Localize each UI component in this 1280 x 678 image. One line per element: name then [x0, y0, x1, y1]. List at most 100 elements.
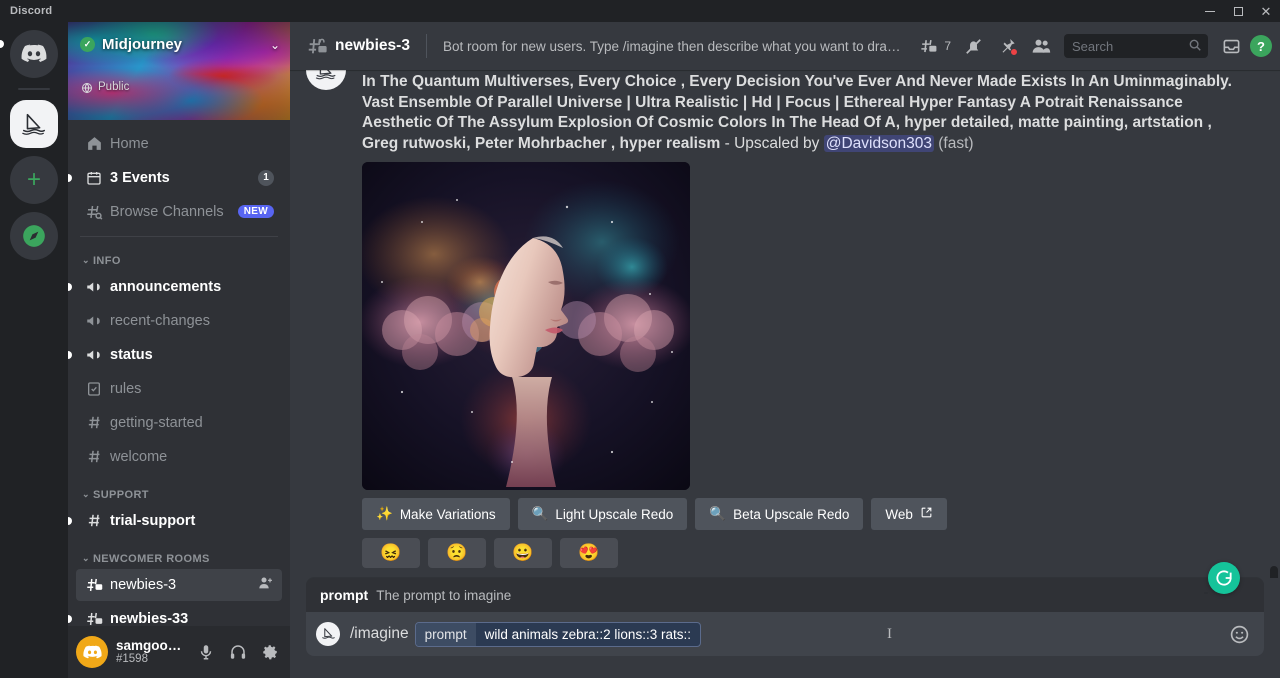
category-support[interactable]: ⌄ SUPPORT [68, 475, 290, 505]
pin-unread-dot [1010, 48, 1018, 56]
param-value: wild animals zebra::2 lions::3 rats:: [476, 623, 700, 646]
sidebar-item-label: status [110, 347, 274, 363]
sidebar-item-status[interactable]: status [76, 339, 282, 371]
server-banner-header[interactable]: ✓ Midjourney ⌄ Public [68, 22, 290, 120]
window-controls: ✕ [1196, 0, 1280, 22]
reaction-frowning-face[interactable]: 😟 [428, 538, 486, 568]
message-action-buttons: ✨ Make Variations 🔍 Light Upscale Redo 🔍… [362, 498, 1232, 530]
help-glyph: ? [1257, 39, 1265, 54]
beta-upscale-redo-button[interactable]: 🔍 Beta Upscale Redo [695, 498, 863, 530]
add-server-button[interactable]: + [10, 156, 58, 204]
help-icon[interactable]: ? [1250, 35, 1272, 57]
page-title: newbies-3 [335, 37, 410, 55]
unread-indicator [68, 174, 72, 182]
title-bar: Discord ✕ [0, 0, 1280, 22]
grammarly-icon[interactable] [1208, 562, 1240, 594]
hint-param-description: The prompt to imagine [376, 588, 511, 603]
sailboat-icon [19, 110, 49, 138]
app-body: + ✓ Midjourney ⌄ [0, 22, 1280, 678]
close-button[interactable]: ✕ [1252, 0, 1280, 22]
channel-header: newbies-3 Bot room for new users. Type /… [290, 22, 1280, 70]
server-discord-home[interactable] [10, 30, 58, 78]
server-midjourney[interactable] [10, 100, 58, 148]
sidebar-item-trial-support[interactable]: trial-support [76, 505, 282, 537]
sidebar-item-label: rules [110, 381, 274, 397]
category-info[interactable]: ⌄ INFO [68, 241, 290, 271]
header-divider [426, 34, 427, 58]
unread-indicator [68, 517, 72, 525]
user-info[interactable]: samgoodw... #1598 [116, 638, 186, 667]
user-mention[interactable]: @Davidson303 [824, 135, 934, 152]
upscale-label: - Upscaled by [720, 135, 823, 152]
emoji-icon[interactable] [1226, 621, 1252, 647]
reaction-confounded-face[interactable]: 😖 [362, 538, 420, 568]
message-scrollbar[interactable] [1270, 76, 1278, 572]
threads-icon[interactable] [913, 31, 943, 61]
sidebar-item-welcome[interactable]: welcome [76, 441, 282, 473]
username: samgoodw... [116, 638, 186, 654]
frowning-face-emoji: 😟 [446, 543, 467, 563]
bell-muted-icon[interactable] [958, 31, 988, 61]
sidebar-item-recent-changes[interactable]: recent-changes [76, 305, 282, 337]
home-icon [84, 135, 104, 152]
members-icon[interactable] [1026, 31, 1056, 61]
gear-icon[interactable] [258, 638, 282, 666]
button-label: Light Upscale Redo [555, 507, 673, 522]
browse-channels-icon [84, 203, 104, 221]
chevron-down-icon: ⌄ [82, 489, 90, 500]
header-actions: 7 Search [913, 31, 1272, 61]
message-text: In The Quantum Multiverses, Every Choice… [362, 72, 1232, 154]
make-variations-button[interactable]: ✨ Make Variations [362, 498, 510, 530]
channel-topic[interactable]: Bot room for new users. Type /imagine th… [443, 39, 903, 54]
microphone-icon[interactable] [194, 638, 218, 666]
message-item: In The Quantum Multiverses, Every Choice… [290, 70, 1280, 568]
text-cursor: I [887, 626, 892, 643]
command-param-chip[interactable]: prompt wild animals zebra::2 lions::3 ra… [415, 622, 701, 647]
unread-indicator [68, 351, 72, 359]
channel-list: Home 3 Events 1 [68, 120, 290, 626]
param-key: prompt [416, 623, 476, 646]
search-input[interactable]: Search [1064, 34, 1208, 58]
chevron-down-icon[interactable]: ⌄ [270, 38, 280, 52]
inbox-icon[interactable] [1216, 31, 1246, 61]
add-member-icon[interactable] [258, 575, 274, 594]
reaction-grinning-face[interactable]: 😀 [494, 538, 552, 568]
sidebar-item-newbies-33[interactable]: newbies-33 [76, 603, 282, 626]
message-list: In The Quantum Multiverses, Every Choice… [290, 70, 1280, 578]
message-input-area[interactable]: /imagine prompt wild animals zebra::2 li… [306, 612, 1264, 656]
minimize-button[interactable] [1196, 0, 1224, 22]
sidebar-item-rules[interactable]: rules [76, 373, 282, 405]
sidebar-item-getting-started[interactable]: getting-started [76, 407, 282, 439]
generated-image[interactable] [362, 162, 690, 490]
sidebar-item-announcements[interactable]: announcements [76, 271, 282, 303]
category-newcomer-rooms[interactable]: ⌄ NEWCOMER ROOMS [68, 539, 290, 569]
sidebar-item-label: trial-support [110, 513, 274, 529]
sidebar-item-label: getting-started [110, 415, 274, 431]
main-content: newbies-3 Bot room for new users. Type /… [290, 22, 1280, 678]
announcement-icon [84, 312, 104, 330]
button-label: Make Variations [400, 507, 496, 522]
category-label: SUPPORT [93, 489, 149, 501]
sidebar-item-home[interactable]: Home [76, 128, 282, 160]
message-body: In The Quantum Multiverses, Every Choice… [362, 72, 1232, 568]
sidebar-item-events[interactable]: 3 Events 1 [76, 162, 282, 194]
search-icon [1188, 38, 1202, 55]
button-label: Beta Upscale Redo [733, 507, 849, 522]
midjourney-bot-avatar [320, 626, 337, 642]
maximize-button[interactable] [1224, 0, 1252, 22]
explore-servers-button[interactable] [10, 212, 58, 260]
headphones-icon[interactable] [226, 638, 250, 666]
light-upscale-redo-button[interactable]: 🔍 Light Upscale Redo [518, 498, 688, 530]
slash-command-input[interactable]: /imagine prompt wild animals zebra::2 li… [350, 622, 1216, 647]
hash-icon [84, 414, 104, 431]
web-button[interactable]: Web [871, 498, 947, 530]
avatar[interactable] [76, 636, 108, 668]
pin-icon[interactable] [992, 31, 1022, 61]
avatar[interactable] [306, 72, 346, 568]
sidebar-item-browse-channels[interactable]: Browse Channels NEW [76, 196, 282, 228]
sidebar-item-label: recent-changes [110, 313, 274, 329]
discord-window: Discord ✕ + [0, 0, 1280, 678]
reaction-heart-eyes[interactable]: 😍 [560, 538, 618, 568]
sidebar-item-newbies-3[interactable]: newbies-3 [76, 569, 282, 601]
magnifier-icon: 🔍 [532, 506, 549, 522]
